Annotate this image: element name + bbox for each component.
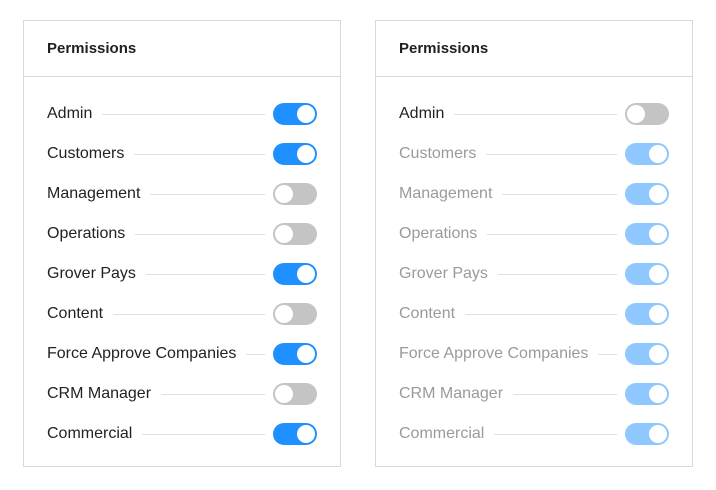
permission-toggle-customers[interactable] [273,143,317,165]
permission-label: Grover Pays [47,265,136,282]
toggle-knob [649,225,667,243]
permissions-card-right: Permissions Admin Customers Management Oper… [375,20,693,467]
row-divider-line [161,393,265,395]
permission-row-commercial: Commercial [399,414,669,454]
permission-row-crm-manager: CRM Manager [399,374,669,414]
row-divider-line [454,113,617,115]
permission-label: Management [47,185,141,202]
toggle-knob [275,185,293,203]
permission-label: Operations [399,225,478,242]
permission-label: Commercial [399,425,485,442]
toggle-knob [275,225,293,243]
permission-label: Customers [399,145,477,162]
toggle-knob [297,105,315,123]
permission-label: Admin [47,105,93,122]
permission-label: Force Approve Companies [47,345,237,362]
permission-row-admin: Admin [47,94,317,134]
permission-toggle-content[interactable] [273,303,317,325]
permission-label: Operations [47,225,126,242]
row-divider-line [135,233,265,235]
permission-label: Customers [47,145,125,162]
permission-row-content: Content [399,294,669,334]
permission-toggle-admin[interactable] [273,103,317,125]
permission-row-force-approve-companies: Force Approve Companies [47,334,317,374]
toggle-knob [649,145,667,163]
row-divider-line [465,313,617,315]
permission-row-commercial: Commercial [47,414,317,454]
row-divider-line [134,153,265,155]
permissions-card-left: Permissions Admin Customers Management Oper… [23,20,341,467]
row-divider-line [246,353,265,355]
permission-label: Admin [399,105,445,122]
permission-toggle-content [625,303,669,325]
permission-row-customers: Customers [399,134,669,174]
permission-row-grover-pays: Grover Pays [47,254,317,294]
toggle-knob [649,385,667,403]
permission-row-content: Content [47,294,317,334]
permission-toggle-commercial[interactable] [273,423,317,445]
toggle-knob [275,385,293,403]
permission-row-management: Management [47,174,317,214]
row-divider-line [486,153,617,155]
permission-label: Content [399,305,456,322]
permission-toggle-crm-manager [625,383,669,405]
row-divider-line [502,193,617,195]
card-header: Permissions [24,21,340,77]
permission-toggle-grover-pays[interactable] [273,263,317,285]
toggle-knob [297,265,315,283]
permission-row-crm-manager: CRM Manager [47,374,317,414]
row-divider-line [150,193,265,195]
row-divider-line [494,433,617,435]
permission-label: Content [47,305,104,322]
permission-row-grover-pays: Grover Pays [399,254,669,294]
permission-label: Grover Pays [399,265,488,282]
permission-toggle-force-approve-companies[interactable] [273,343,317,365]
row-divider-line [497,273,617,275]
permission-toggle-commercial [625,423,669,445]
permission-label: CRM Manager [47,385,152,402]
toggle-knob [649,265,667,283]
row-divider-line [598,353,617,355]
row-divider-line [142,433,265,435]
toggle-knob [627,105,645,123]
permission-toggle-management [625,183,669,205]
permission-toggle-management[interactable] [273,183,317,205]
permission-row-operations: Operations [399,214,669,254]
permission-label: Management [399,185,493,202]
toggle-knob [297,345,315,363]
toggle-knob [649,185,667,203]
permissions-list: Admin Customers Management Operations Grover… [47,94,317,454]
permissions-list: Admin Customers Management Operations Grover… [399,94,669,454]
toggle-knob [275,305,293,323]
permission-label: Force Approve Companies [399,345,589,362]
permission-toggle-operations[interactable] [273,223,317,245]
toggle-knob [649,425,667,443]
permission-toggle-force-approve-companies [625,343,669,365]
row-divider-line [113,313,265,315]
toggle-knob [297,425,315,443]
permission-row-management: Management [399,174,669,214]
permission-row-customers: Customers [47,134,317,174]
permission-label: CRM Manager [399,385,504,402]
toggle-knob [297,145,315,163]
permission-toggle-grover-pays [625,263,669,285]
permission-toggle-admin[interactable] [625,103,669,125]
permission-toggle-crm-manager[interactable] [273,383,317,405]
row-divider-line [102,113,265,115]
permission-row-force-approve-companies: Force Approve Companies [399,334,669,374]
card-header: Permissions [376,21,692,77]
permission-label: Commercial [47,425,133,442]
toggle-knob [649,305,667,323]
card-title: Permissions [47,40,137,57]
permission-row-operations: Operations [47,214,317,254]
permission-toggle-customers [625,143,669,165]
permission-row-admin: Admin [399,94,669,134]
permission-toggle-operations [625,223,669,245]
toggle-knob [649,345,667,363]
row-divider-line [487,233,617,235]
card-title: Permissions [399,40,489,57]
row-divider-line [513,393,617,395]
row-divider-line [145,273,265,275]
